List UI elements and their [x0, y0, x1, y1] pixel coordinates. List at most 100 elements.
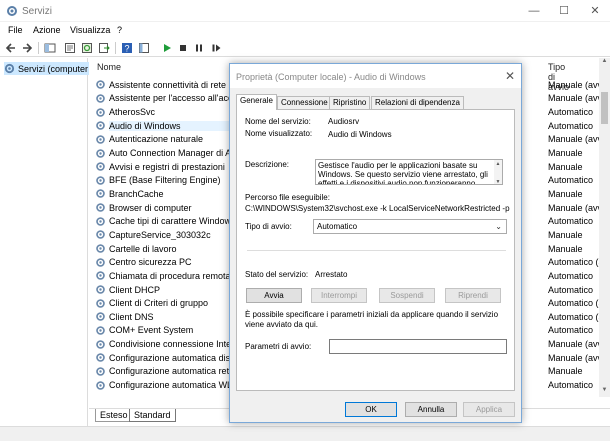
scrollbar-thumb[interactable]	[601, 92, 608, 124]
stop-service-icon[interactable]	[176, 41, 190, 55]
startup-type-cell: Automatico	[548, 380, 594, 391]
service-name-cell: Assistente connettività di rete	[109, 79, 227, 90]
service-status-value: Arrestato	[315, 270, 348, 279]
start-parameters-label: Parametri di avvio:	[245, 342, 312, 351]
description-box[interactable]: Gestisce l'audio per le applicazioni bas…	[315, 159, 503, 185]
table-row[interactable]: BranchCache Manuale	[89, 187, 583, 201]
help-topics-icon[interactable]	[137, 41, 151, 55]
service-name-cell: CaptureService_303032c	[109, 229, 211, 240]
service-name-cell: AtherosSvc	[109, 107, 156, 118]
description-label: Descrizione:	[245, 160, 290, 169]
maximize-button[interactable]: ☐	[549, 0, 579, 22]
menu-file[interactable]: File	[8, 25, 23, 35]
service-name-cell: Client di Criteri di gruppo	[109, 298, 209, 309]
service-name-cell: Assistente per l'accesso all'account	[109, 93, 234, 104]
resume-button[interactable]: Riprendi	[445, 288, 501, 303]
service-gear-icon	[96, 107, 105, 117]
startup-type-cell: Automatico	[548, 107, 594, 118]
scroll-down-icon[interactable]: ▼	[599, 387, 610, 397]
menu-visualizza[interactable]: Visualizza	[70, 25, 110, 35]
table-row[interactable]: Client DNS Automatico (av	[89, 310, 608, 324]
properties-dialog: Proprietà (Computer locale) - Audio di W…	[229, 63, 522, 423]
table-row[interactable]: Condivisione connessione Internet Manuale…	[89, 337, 609, 351]
services-gear-icon	[4, 63, 15, 74]
tab-esteso[interactable]: Esteso	[95, 409, 133, 422]
table-row[interactable]: Autenticazione naturale Manuale (avvio	[89, 133, 609, 147]
table-row[interactable]: Cartelle di lavoro Manuale	[89, 242, 583, 256]
restart-service-icon[interactable]	[209, 41, 223, 55]
startup-type-cell: Manuale	[548, 188, 583, 199]
table-row[interactable]: COM+ Event System Automatico	[89, 324, 593, 338]
start-button[interactable]: Avvia	[246, 288, 302, 303]
tab-generale[interactable]: Generale	[236, 94, 277, 110]
startup-type-select[interactable]: Automatico ⌄	[313, 219, 507, 234]
table-row[interactable]: Assistente connettività di rete Manuale (…	[89, 78, 609, 92]
service-status-label: Stato del servizio:	[245, 270, 309, 279]
general-tab-panel: Nome del servizio: Audiosrv Nome visuali…	[236, 109, 515, 391]
menu-help[interactable]: ?	[117, 25, 122, 35]
service-name-label: Nome del servizio:	[245, 117, 311, 126]
minimize-button[interactable]: —	[519, 0, 549, 22]
table-row[interactable]: Configurazione automatica WLAN Automatico	[89, 378, 593, 392]
start-service-icon[interactable]	[160, 41, 174, 55]
column-header-name[interactable]: Nome	[97, 62, 121, 72]
executable-path-value: C:\WINDOWS\System32\svchost.exe -k Local…	[245, 204, 510, 213]
service-name-cell: Chiamata di procedura remota (RPC)	[109, 270, 234, 281]
close-button[interactable]: ✕	[580, 0, 610, 22]
table-row[interactable]: Centro sicurezza PC Automatico (av	[89, 255, 608, 269]
ok-button[interactable]: OK	[345, 402, 397, 417]
tab-connessione[interactable]: Connessione	[277, 96, 332, 109]
table-row[interactable]: Audio di Windows Automatico	[89, 119, 593, 133]
service-gear-icon	[96, 162, 105, 171]
service-name-cell: BranchCache	[109, 188, 164, 199]
service-name-value: Audiosrv	[328, 117, 360, 126]
table-row[interactable]: Assistente per l'accesso all'accountManu…	[89, 92, 609, 106]
service-gear-icon	[96, 326, 105, 335]
table-row[interactable]: CaptureService_303032c Manuale	[89, 228, 583, 242]
start-parameters-input[interactable]	[329, 339, 507, 354]
services-gear-icon	[7, 6, 17, 16]
cancel-button[interactable]: Annulla	[405, 402, 457, 417]
service-gear-icon	[96, 94, 105, 103]
table-row[interactable]: Cache tipi di carattere Windows Automatic…	[89, 215, 593, 229]
table-row[interactable]: Configurazione automatica reti cablate Ma…	[89, 365, 583, 379]
service-gear-icon	[96, 285, 105, 294]
menu-azione[interactable]: Azione	[33, 25, 61, 35]
service-gear-icon	[96, 176, 105, 185]
service-name-cell: Avvisi e registri di prestazioni	[109, 161, 225, 172]
stop-button[interactable]: Interrompi	[311, 288, 367, 303]
table-row[interactable]: Avvisi e registri di prestazioni Manuale	[89, 160, 583, 174]
tab-standard[interactable]: Standard	[129, 409, 176, 422]
export-list-icon[interactable]	[97, 41, 111, 55]
tab-relazioni-dipendenza[interactable]: Relazioni di dipendenza	[371, 96, 464, 109]
table-row[interactable]: Auto Connection Manager di Accesso Manual…	[89, 146, 583, 160]
service-gear-icon	[96, 121, 105, 131]
scroll-up-icon[interactable]: ▲	[599, 58, 610, 68]
startup-type-label: Tipo di avvio:	[245, 222, 292, 231]
forward-arrow-icon[interactable]	[20, 41, 34, 55]
table-row[interactable]: BFE (Base Filtering Engine) Automatico	[89, 174, 593, 188]
description-scrollbar[interactable]: ▲ ▼	[494, 160, 502, 184]
service-gear-icon	[96, 257, 105, 267]
service-gear-icon	[96, 339, 105, 349]
show-tree-icon[interactable]	[43, 41, 57, 55]
table-row[interactable]: Chiamata di procedura remota (RPC) Automa…	[89, 269, 593, 283]
pause-service-icon[interactable]	[192, 41, 206, 55]
service-name-cell: Centro sicurezza PC	[109, 257, 192, 268]
apply-button[interactable]: Applica	[463, 402, 515, 417]
table-row[interactable]: Browser di computer Manuale (avvio	[89, 201, 609, 215]
startup-type-cell: Manuale	[548, 243, 583, 254]
help-icon[interactable]: ?	[120, 41, 134, 55]
vertical-scrollbar[interactable]: ▲ ▼	[599, 58, 610, 397]
table-row[interactable]: Client di Criteri di gruppo Automatico (a…	[89, 296, 608, 310]
tab-ripristino[interactable]: Ripristino	[329, 96, 371, 109]
dialog-close-icon[interactable]: ✕	[505, 69, 515, 83]
back-arrow-icon[interactable]	[4, 41, 18, 55]
service-gear-icon	[96, 271, 105, 281]
table-row[interactable]: AtherosSvc Automatico	[89, 105, 593, 119]
table-row[interactable]: Configurazione automatica dispositiviMan…	[89, 351, 609, 365]
pause-button[interactable]: Sospendi	[379, 288, 435, 303]
refresh-icon[interactable]	[80, 41, 94, 55]
table-row[interactable]: Client DHCP Automatico	[89, 283, 593, 297]
properties-sheet-icon[interactable]	[63, 41, 77, 55]
